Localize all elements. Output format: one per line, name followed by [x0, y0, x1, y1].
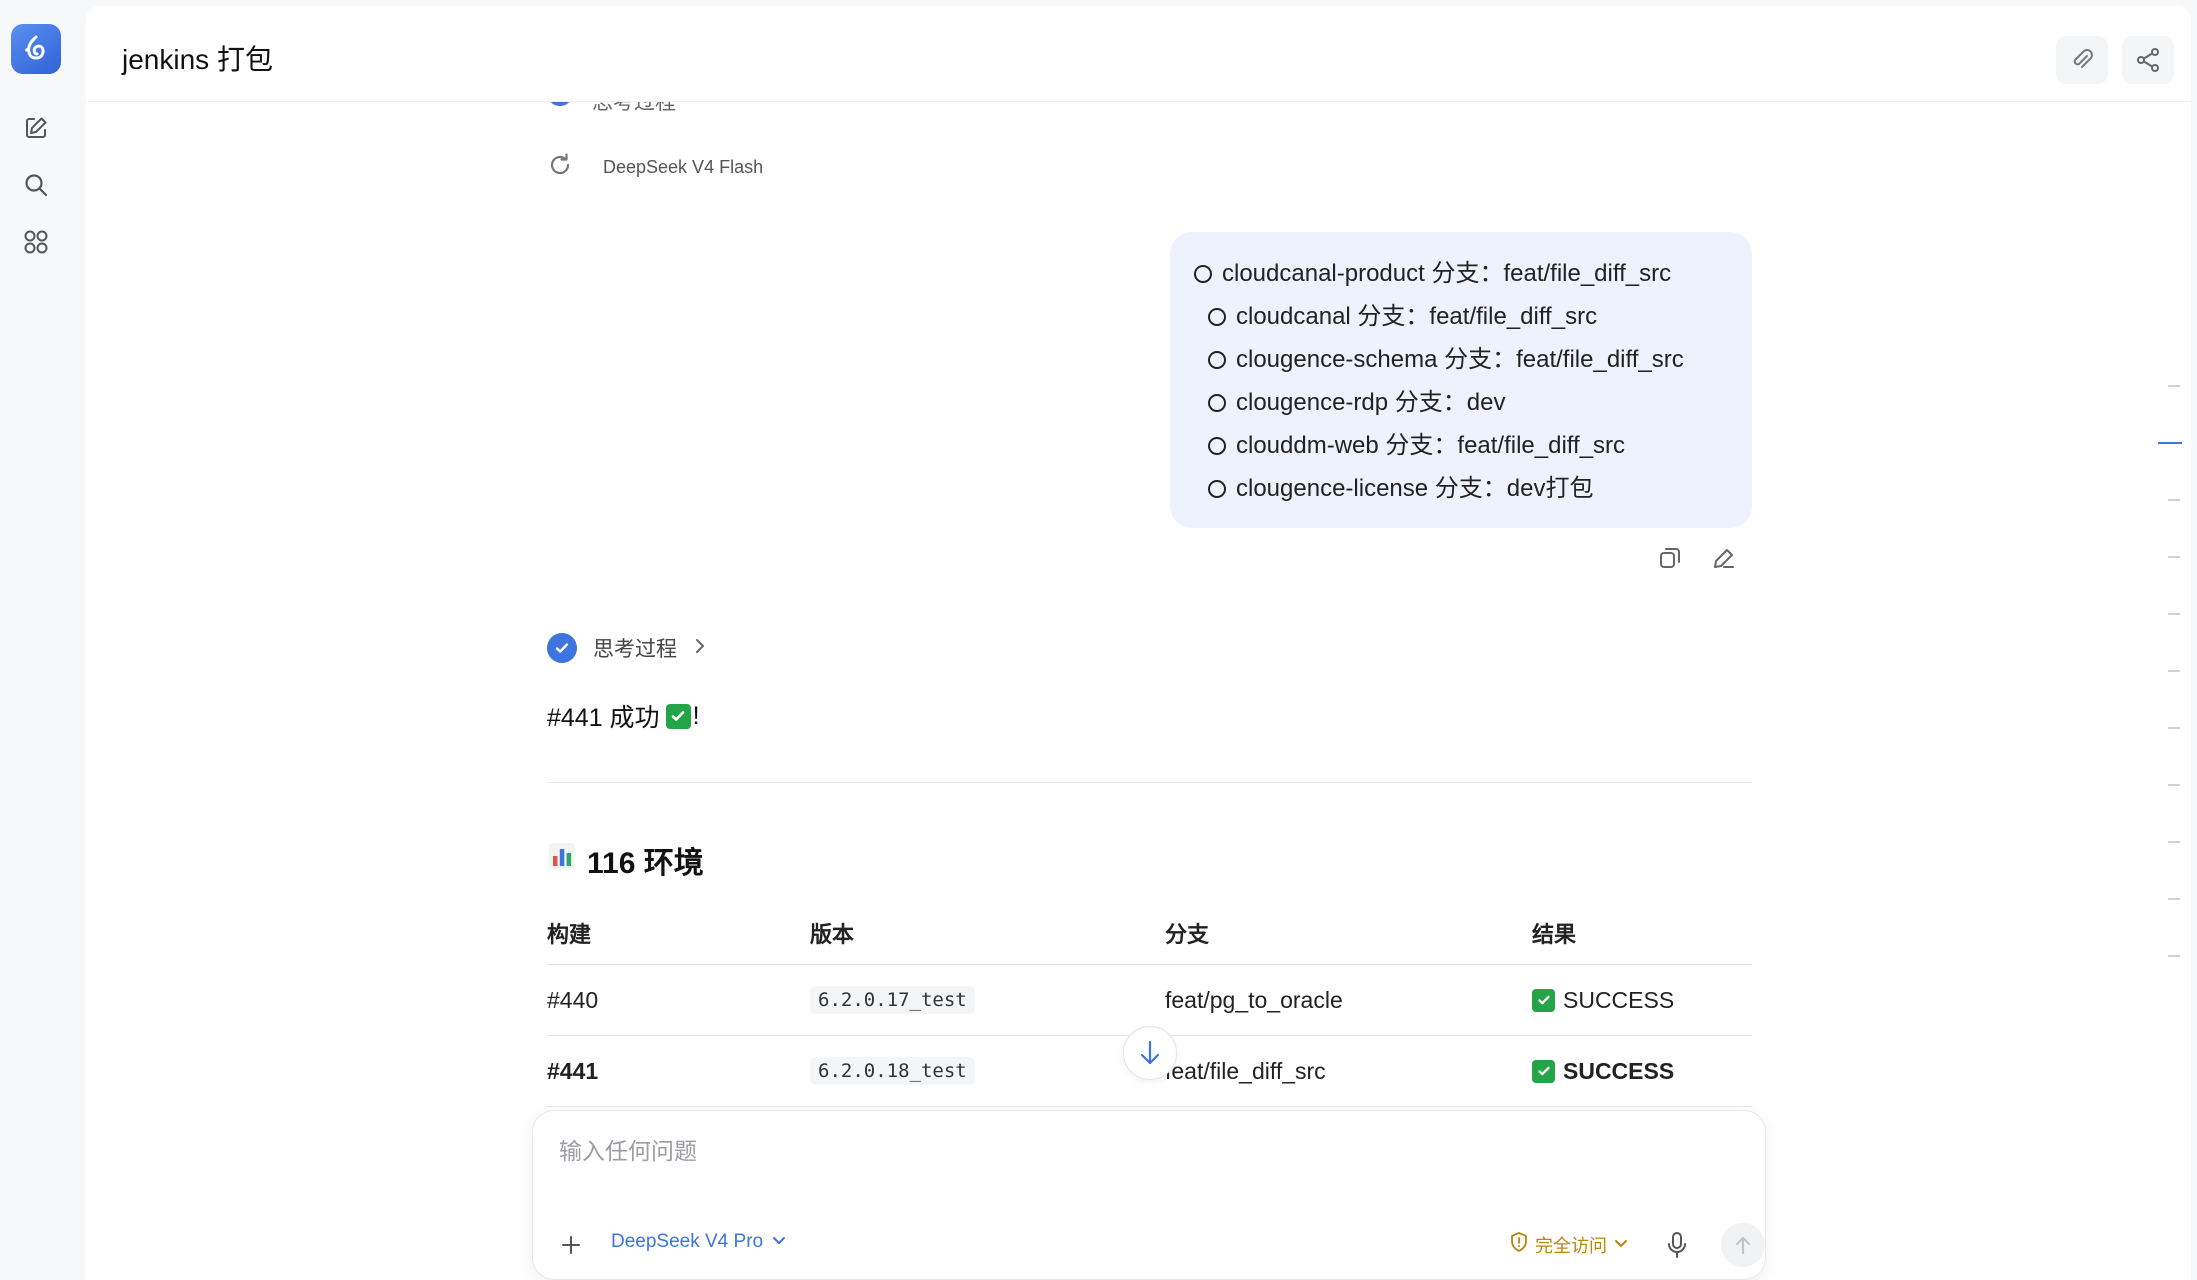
circle-bullet-icon [1208, 479, 1226, 498]
outline-marker-active[interactable] [2158, 442, 2182, 444]
list-item: clougence-rdp 分支：dev [1194, 381, 1728, 424]
table-header-row: 构建 版本 分支 结果 [547, 902, 1752, 965]
top-bar: jenkins 打包 [86, 6, 2191, 102]
build-number: #440 [547, 986, 599, 1013]
check-mark-icon [665, 703, 691, 729]
outline-marker[interactable] [2168, 613, 2180, 615]
search-icon[interactable] [20, 169, 52, 201]
assistant-result: #441 成功 ! [547, 701, 700, 733]
chat-input[interactable] [559, 1131, 1739, 1171]
chat-composer: DeepSeek V4 Pro 完全访问 [532, 1110, 1766, 1280]
build-number: #441 [547, 1057, 599, 1084]
copy-icon[interactable] [1656, 544, 1684, 572]
conversation-area[interactable]: 思考过程 DeepSeek V4 Flash cloudcanal-produc… [86, 102, 2191, 1280]
thinking-toggle[interactable]: 思考过程 [547, 633, 707, 663]
list-item: cloudcanal 分支：feat/file_diff_src [1194, 295, 1728, 338]
edit-icon[interactable] [20, 112, 52, 144]
outline-marker[interactable] [2168, 499, 2180, 501]
check-mark-icon [1532, 1059, 1555, 1083]
access-selector[interactable]: 完全访问 [1509, 1231, 1629, 1258]
share-icon[interactable] [2122, 36, 2174, 84]
column-header: 分支 [1165, 922, 1210, 947]
refresh-icon[interactable] [547, 152, 573, 183]
thinking-label: 思考过程 [593, 638, 677, 661]
arrow-up-icon [1735, 1236, 1751, 1255]
version-code: 6.2.0.18_test [810, 1057, 975, 1085]
version-cell: 6.2.0.17_test [810, 965, 975, 1035]
circle-bullet-icon [1208, 350, 1226, 369]
circle-bullet-icon [1208, 393, 1226, 412]
column-header: 版本 [810, 922, 855, 947]
list-item: clouddm-web 分支：feat/file_diff_src [1194, 424, 1728, 467]
result-cell: SUCCESS [1532, 1036, 1674, 1106]
paperclip-icon[interactable] [2056, 36, 2108, 84]
outline-marker[interactable] [2168, 556, 2180, 558]
composer-toolbar: DeepSeek V4 Pro 完全访问 [555, 1223, 1765, 1267]
page-title: jenkins 打包 [122, 44, 273, 75]
circle-bullet-icon [1194, 264, 1212, 283]
arrow-down-icon [1140, 1040, 1160, 1065]
outline-marker[interactable] [2168, 841, 2180, 843]
scroll-to-bottom-button[interactable] [1123, 1026, 1177, 1080]
thinking-label-partial: 思考过程 [592, 102, 676, 114]
outline-marker[interactable] [2168, 385, 2180, 387]
app-window: jenkins 打包 思考过程 DeepSeek V4 Flash cloudc… [0, 0, 2197, 1280]
regenerate-row: DeepSeek V4 Flash [547, 152, 763, 182]
version-cell: 6.2.0.18_test [810, 1036, 975, 1106]
section-heading: 116 环境 [547, 838, 704, 882]
outline-marker[interactable] [2168, 898, 2180, 900]
check-mark-icon [1532, 988, 1555, 1012]
divider [547, 782, 1752, 783]
result-cell: SUCCESS [1532, 965, 1674, 1035]
app-logo-icon[interactable] [11, 24, 61, 74]
grid-icon[interactable] [20, 226, 52, 258]
list-item: clougence-license 分支：dev打包 [1194, 467, 1728, 510]
chevron-down-icon [1613, 1234, 1629, 1255]
outline-marker[interactable] [2168, 727, 2180, 729]
edit-message-icon[interactable] [1710, 544, 1738, 572]
circle-bullet-icon [1208, 307, 1226, 326]
bar-chart-icon [547, 841, 577, 879]
chevron-right-icon [693, 637, 707, 660]
model-name: DeepSeek V4 Flash [603, 156, 764, 177]
send-button[interactable] [1721, 1223, 1765, 1267]
outline-marker[interactable] [2168, 670, 2180, 672]
outline-marker[interactable] [2168, 784, 2180, 786]
version-code: 6.2.0.17_test [810, 986, 975, 1014]
model-selector[interactable]: DeepSeek V4 Pro [611, 1231, 787, 1253]
main-panel: jenkins 打包 思考过程 DeepSeek V4 Flash cloudc… [86, 6, 2191, 1280]
branch-cell: feat/file_diff_src [1165, 1057, 1326, 1084]
user-message-bubble: cloudcanal-product 分支：feat/file_diff_src… [1170, 232, 1752, 528]
circle-bullet-icon [1208, 436, 1226, 455]
microphone-icon[interactable] [1659, 1227, 1695, 1263]
check-circle-icon [547, 102, 573, 106]
branch-cell: feat/pg_to_oracle [1165, 986, 1343, 1013]
check-circle-icon [547, 633, 577, 663]
list-item: clougence-schema 分支：feat/file_diff_src [1194, 338, 1728, 381]
sidebar [0, 0, 86, 1280]
column-header: 结果 [1532, 922, 1577, 947]
chevron-down-icon [771, 1231, 787, 1253]
message-actions [1656, 544, 1738, 572]
outline-rail [2158, 102, 2188, 1280]
outline-marker[interactable] [2168, 955, 2180, 957]
plus-icon[interactable] [555, 1229, 587, 1261]
column-header: 构建 [547, 922, 592, 947]
shield-icon [1509, 1231, 1529, 1258]
list-item: cloudcanal-product 分支：feat/file_diff_src [1194, 252, 1728, 295]
